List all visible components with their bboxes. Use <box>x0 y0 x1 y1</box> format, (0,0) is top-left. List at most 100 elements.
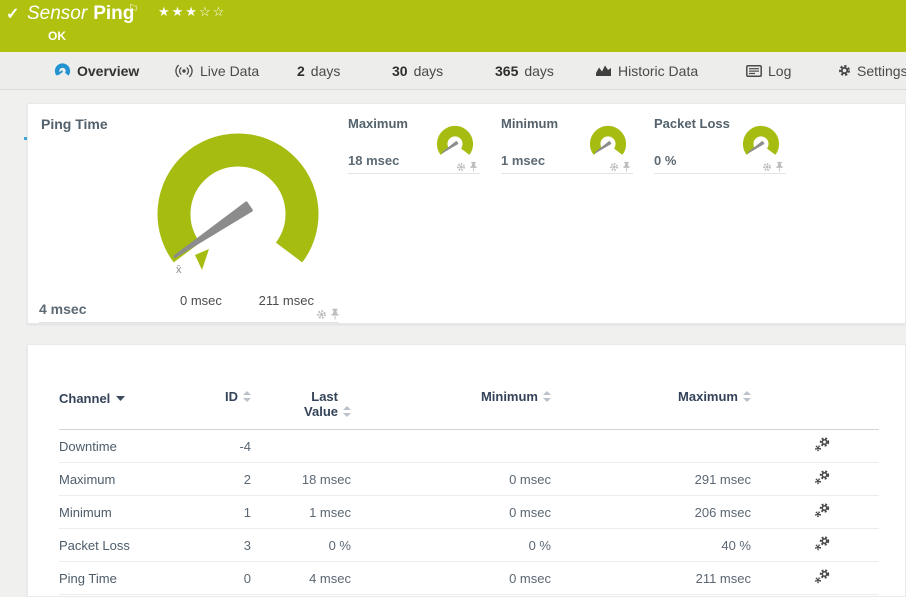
table-row: Maximum 2 18 msec 0 msec 291 msec <box>59 463 879 496</box>
tab-label: days <box>414 63 444 79</box>
channel-minimum: 0 msec <box>351 562 551 595</box>
primary-channel-value: 4 msec <box>39 301 86 317</box>
channel-id: -4 <box>209 430 251 463</box>
column-header-id[interactable]: ID <box>209 375 251 430</box>
channel-last-value <box>251 430 351 463</box>
gauge-block-minimum: Minimum 1 msec <box>501 114 633 174</box>
gauge-settings-gear-icon[interactable] <box>609 162 619 172</box>
column-header-channel[interactable]: Channel <box>59 375 209 430</box>
channel-settings-gears-icon[interactable] <box>814 503 831 519</box>
channel-name[interactable]: Packet Loss <box>59 529 209 562</box>
channels-panel: Channel ID Last Value Minimum Maximum <box>27 344 906 597</box>
gauge-pin-icon[interactable] <box>622 161 631 172</box>
tab-365-days[interactable]: 365 days <box>495 52 554 89</box>
channels-table: Channel ID Last Value Minimum Maximum <box>59 375 879 595</box>
gauge-average-marker-label: x̄ <box>176 264 182 276</box>
gauge-title: Packet Loss <box>654 116 730 131</box>
gauges-panel: Ping Time x̄ 0 msec 211 msec 4 msec Maxi… <box>27 103 906 324</box>
tab-number: 2 <box>297 63 305 79</box>
column-label: ID <box>225 389 238 404</box>
tab-historic-data[interactable]: Historic Data <box>595 52 698 89</box>
sort-desc-icon <box>116 389 125 404</box>
prtg-sensor-page: ✓ SensorPing ⚐ ★★★☆☆ OK Overview Live Da… <box>0 0 906 597</box>
channel-maximum: 211 msec <box>551 562 751 595</box>
sensor-tabbar: Overview Live Data 2 days 30 days 365 da… <box>0 52 906 90</box>
channel-settings-gears-icon[interactable] <box>814 536 831 552</box>
table-row: Minimum 1 1 msec 0 msec 206 msec <box>59 496 879 529</box>
sort-both-icon <box>243 390 251 405</box>
channel-minimum: 0 msec <box>351 496 551 529</box>
area-chart-icon <box>595 64 612 77</box>
tab-number: 365 <box>495 63 518 79</box>
sensor-type-label: Sensor <box>27 3 87 24</box>
gauge-settings-gear-icon[interactable] <box>316 309 327 320</box>
gauge-block-packet-loss: Packet Loss 0 % <box>654 114 786 174</box>
gauge-title: Maximum <box>348 116 408 131</box>
sensor-header: ✓ SensorPing ⚐ ★★★☆☆ OK <box>0 0 906 52</box>
tab-label: Settings <box>857 63 906 79</box>
broadcast-icon <box>174 64 194 78</box>
gauge-value: 0 % <box>654 153 676 168</box>
channel-last-value: 18 msec <box>251 463 351 496</box>
channel-maximum: 40 % <box>551 529 751 562</box>
tab-label: Log <box>768 63 791 79</box>
tab-live-data[interactable]: Live Data <box>174 52 259 89</box>
channel-name[interactable]: Ping Time <box>59 562 209 595</box>
tab-label: Overview <box>77 63 139 79</box>
channel-minimum: 0 % <box>351 529 551 562</box>
tab-label: days <box>311 63 341 79</box>
tab-label: days <box>524 63 554 79</box>
column-label: Maximum <box>678 389 738 404</box>
tab-settings[interactable]: Settings <box>838 52 906 89</box>
priority-flag-icon[interactable]: ⚐ <box>128 2 139 16</box>
gauge-value: 18 msec <box>348 153 399 168</box>
packet-loss-gauge <box>742 124 780 162</box>
channel-id: 1 <box>209 496 251 529</box>
gauge-value: 1 msec <box>501 153 545 168</box>
tab-number: 30 <box>392 63 408 79</box>
gauge-icon <box>54 62 71 79</box>
primary-channel-title: Ping Time <box>41 116 108 132</box>
gauge-title: Minimum <box>501 116 558 131</box>
tab-label: Historic Data <box>618 63 698 79</box>
channel-settings-gears-icon[interactable] <box>814 437 831 453</box>
column-header-actions <box>751 375 879 430</box>
sort-both-icon <box>343 405 351 420</box>
table-row: Packet Loss 3 0 % 0 % 40 % <box>59 529 879 562</box>
channel-maximum <box>551 430 751 463</box>
priority-stars[interactable]: ★★★☆☆ <box>158 4 226 20</box>
gauge-scale-max: 211 msec <box>258 293 314 308</box>
tab-30-days[interactable]: 30 days <box>392 52 443 89</box>
channel-maximum: 206 msec <box>551 496 751 529</box>
channel-settings-gears-icon[interactable] <box>814 470 831 486</box>
gauge-pin-icon[interactable] <box>775 161 784 172</box>
channel-minimum: 0 msec <box>351 463 551 496</box>
table-row: Downtime -4 <box>59 430 879 463</box>
column-label: Channel <box>59 391 110 406</box>
column-label: Minimum <box>481 389 538 404</box>
sort-both-icon <box>743 390 751 405</box>
table-row: Ping Time 0 4 msec 0 msec 211 msec <box>59 562 879 595</box>
gauge-settings-gear-icon[interactable] <box>456 162 466 172</box>
channel-last-value: 1 msec <box>251 496 351 529</box>
tab-overview[interactable]: Overview <box>54 52 139 89</box>
gauge-pin-icon[interactable] <box>469 161 478 172</box>
channel-name[interactable]: Downtime <box>59 430 209 463</box>
gauge-pin-icon[interactable] <box>330 308 340 320</box>
channel-last-value: 0 % <box>251 529 351 562</box>
tab-2-days[interactable]: 2 days <box>297 52 340 89</box>
sensor-title: SensorPing <box>27 3 134 25</box>
column-header-maximum[interactable]: Maximum <box>551 375 751 430</box>
channel-name[interactable]: Maximum <box>59 463 209 496</box>
column-header-last-value[interactable]: Last Value <box>251 375 351 430</box>
channel-settings-gears-icon[interactable] <box>814 569 831 585</box>
channel-last-value: 4 msec <box>251 562 351 595</box>
status-ok-check-icon: ✓ <box>6 4 19 24</box>
channel-id: 3 <box>209 529 251 562</box>
channel-name[interactable]: Minimum <box>59 496 209 529</box>
gauge-settings-gear-icon[interactable] <box>762 162 772 172</box>
column-header-minimum[interactable]: Minimum <box>351 375 551 430</box>
log-lines-icon <box>746 65 762 77</box>
channel-maximum: 291 msec <box>551 463 751 496</box>
tab-log[interactable]: Log <box>746 52 791 89</box>
